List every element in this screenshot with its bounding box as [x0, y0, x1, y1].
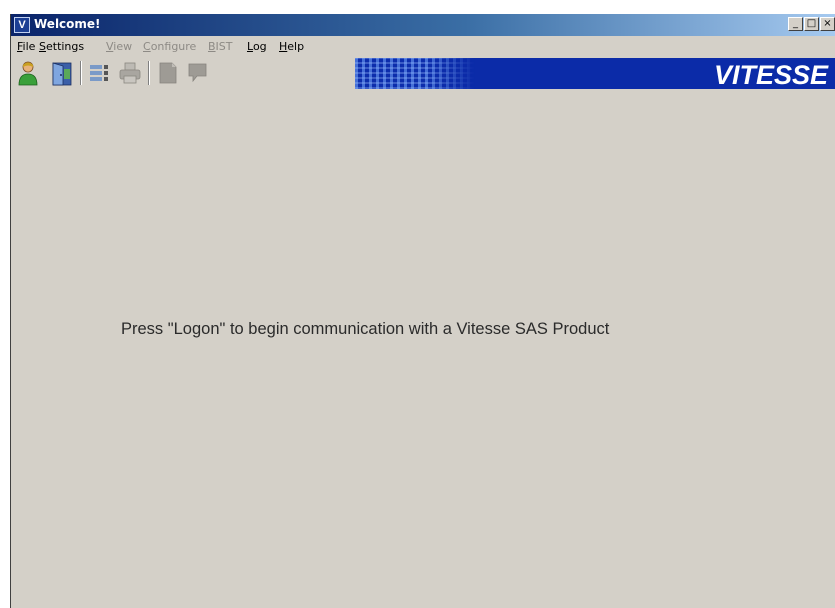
menu-bist[interactable]: BIST [208, 40, 233, 53]
document-button[interactable] [155, 59, 181, 87]
toolbar-separator [80, 61, 82, 85]
menu-help[interactable]: Help [279, 40, 304, 53]
menu-configure-label: onfigure [150, 40, 197, 53]
menu-settings-label: ettings [45, 40, 85, 53]
menu-log[interactable]: Log [247, 40, 267, 53]
user-logon-icon [18, 61, 38, 86]
brand-banner: VITESSE [355, 58, 835, 89]
menu-configure[interactable]: Configure [143, 40, 196, 53]
minimize-button[interactable]: _ [788, 17, 803, 31]
printer-icon [119, 62, 141, 84]
menu-settings-accel: S [39, 40, 46, 53]
welcome-message: Press "Logon" to begin communication wit… [121, 320, 610, 338]
logoff-button[interactable] [49, 59, 75, 87]
print-button[interactable] [117, 59, 143, 87]
menu-help-label: elp [287, 40, 305, 53]
menu-file-label: ile [22, 40, 36, 53]
comment-button[interactable] [185, 59, 211, 87]
menu-settings[interactable]: Settings [39, 40, 84, 53]
window-title: Welcome! [34, 17, 101, 31]
menu-file[interactable]: File [17, 40, 35, 53]
application-window: V Welcome! _ □ × File Settings View Conf… [10, 14, 835, 608]
banner-texture [355, 58, 475, 89]
menu-bist-accel: B [208, 40, 216, 53]
logon-button[interactable] [15, 59, 41, 87]
list-details-icon [90, 65, 108, 81]
menu-configure-accel: C [143, 40, 151, 53]
maximize-button[interactable]: □ [804, 17, 819, 31]
speech-bubble-icon [188, 63, 207, 83]
menu-bar: File Settings View Configure BIST Log He… [11, 38, 835, 56]
door-logoff-icon [52, 62, 72, 86]
menu-view-label: iew [113, 40, 133, 53]
menu-view[interactable]: View [106, 40, 132, 53]
document-icon [159, 62, 177, 84]
menu-bist-label: IST [215, 40, 233, 53]
title-bar[interactable]: V Welcome! _ □ × [11, 14, 835, 36]
vitesse-logo: VITESSE [713, 60, 828, 89]
list-button[interactable] [87, 59, 113, 87]
menu-log-label: og [252, 40, 267, 53]
close-button[interactable]: × [820, 17, 835, 31]
app-icon[interactable]: V [14, 17, 30, 33]
toolbar-separator [148, 61, 150, 85]
